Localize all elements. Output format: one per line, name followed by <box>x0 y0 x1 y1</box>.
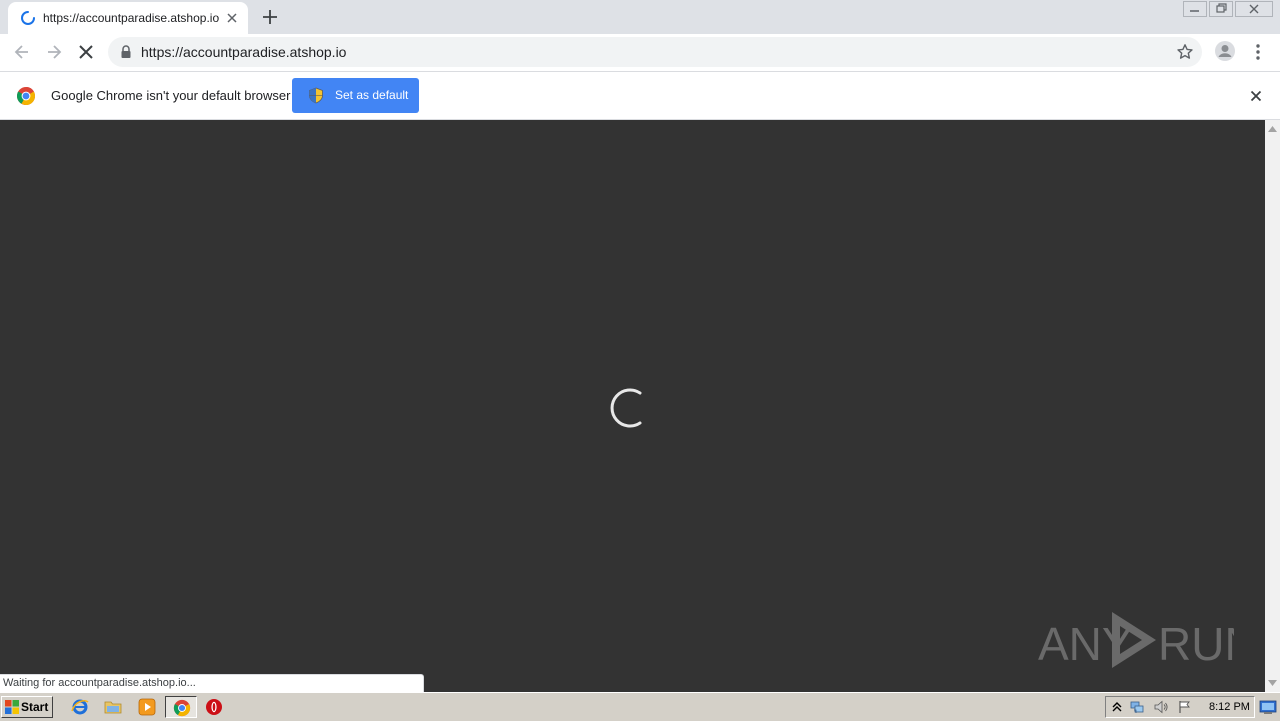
anyrun-watermark-logo: ANY RUN <box>1038 612 1234 670</box>
browser-tab[interactable]: https://accountparadise.atshop.io <box>8 2 248 34</box>
chrome-icon <box>173 699 191 717</box>
set-as-default-label: Set as default <box>335 88 409 102</box>
forward-arrow-icon[interactable] <box>44 42 64 62</box>
back-arrow-icon[interactable] <box>12 42 32 62</box>
address-bar[interactable]: https://accountparadise.atshop.io <box>108 37 1202 67</box>
stop-loading-icon[interactable] <box>76 42 96 62</box>
page-loading-spinner-icon <box>610 388 642 428</box>
windows-logo-icon <box>5 700 19 714</box>
tab-title: https://accountparadise.atshop.io <box>43 11 220 25</box>
default-browser-infobar: Google Chrome isn't your default browser… <box>0 72 1280 120</box>
uac-shield-icon <box>309 87 323 104</box>
watermark-right-text: RUN <box>1158 618 1234 670</box>
chrome-logo-icon <box>16 87 36 106</box>
show-hidden-icons-arrow-icon[interactable] <box>1110 700 1124 714</box>
system-tray: 8:12 PM <box>1105 696 1255 718</box>
infobar-message: Google Chrome isn't your default browser <box>51 88 291 103</box>
profile-avatar-icon[interactable] <box>1214 40 1236 62</box>
file-explorer-folder-icon[interactable] <box>104 698 122 716</box>
bookmark-star-icon[interactable] <box>1176 43 1194 61</box>
set-as-default-button[interactable]: Set as default <box>292 78 419 113</box>
taskbar-clock[interactable]: 8:12 PM <box>1209 701 1250 713</box>
chrome-taskbar-button[interactable] <box>165 696 197 718</box>
window-close-icon[interactable] <box>1235 1 1273 17</box>
scroll-down-arrow-icon[interactable] <box>1268 680 1277 686</box>
window-restore-icon[interactable] <box>1209 1 1233 17</box>
window-minimize-icon[interactable] <box>1183 1 1207 17</box>
scroll-up-arrow-icon[interactable] <box>1268 126 1277 132</box>
browser-toolbar: https://accountparadise.atshop.io <box>0 34 1280 72</box>
tab-strip: https://accountparadise.atshop.io <box>0 0 1280 34</box>
kebab-menu-icon[interactable] <box>1248 42 1268 62</box>
new-tab-icon[interactable] <box>260 7 280 27</box>
media-player-icon[interactable] <box>138 698 156 716</box>
action-center-flag-icon[interactable] <box>1178 700 1192 714</box>
start-label: Start <box>21 700 49 714</box>
show-desktop-icon[interactable] <box>1259 699 1277 715</box>
url-text[interactable]: https://accountparadise.atshop.io <box>141 44 346 60</box>
opera-icon[interactable] <box>205 698 223 716</box>
network-icon[interactable] <box>1130 700 1144 714</box>
vertical-scrollbar[interactable] <box>1265 120 1280 692</box>
loading-spinner-icon <box>21 11 35 25</box>
start-button[interactable]: Start <box>1 696 53 718</box>
internet-explorer-icon[interactable] <box>71 698 89 716</box>
page-content <box>0 120 1265 692</box>
status-bubble: Waiting for accountparadise.atshop.io... <box>0 674 424 693</box>
status-text: Waiting for accountparadise.atshop.io... <box>3 677 196 689</box>
tab-close-icon[interactable] <box>224 10 240 26</box>
lock-icon[interactable] <box>120 45 132 59</box>
volume-icon[interactable] <box>1154 700 1168 714</box>
windows-taskbar: Start 8:12 PM <box>0 692 1280 721</box>
close-infobar-icon[interactable] <box>1248 88 1264 104</box>
